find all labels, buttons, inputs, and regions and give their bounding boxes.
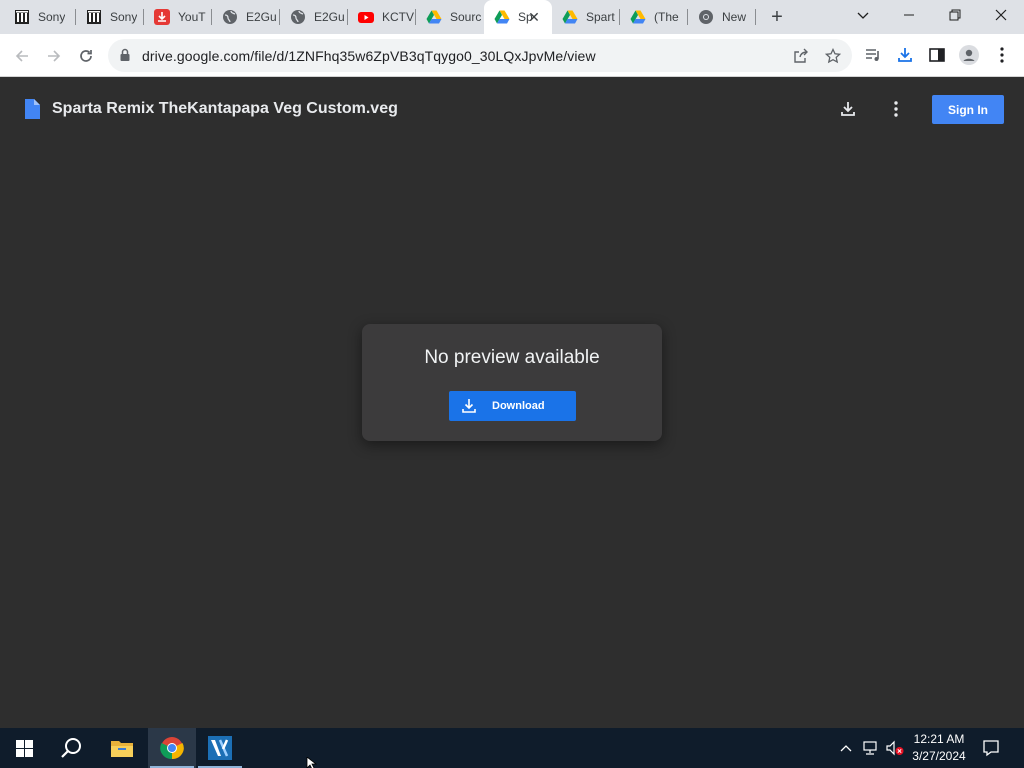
tab-label: (The [654,10,679,24]
system-clock[interactable]: 12:21 AM 3/27/2024 [905,731,973,765]
no-preview-message: No preview available [424,347,600,368]
sony-museum-icon [14,9,30,25]
tab-youtube-downloader[interactable]: YouT [144,0,212,34]
url-text[interactable]: drive.google.com/file/d/1ZNFhq35w6ZpVB3q… [142,48,596,64]
download-icon [461,398,477,414]
close-window-icon[interactable] [978,0,1024,30]
profile-avatar-icon[interactable] [959,45,979,65]
no-preview-card: No preview available Download [362,324,662,441]
google-drive-icon [494,9,510,25]
document-file-icon [24,99,40,124]
more-options-icon[interactable] [884,97,908,121]
globe-icon [222,9,238,25]
tab-label: Sourc [450,10,482,24]
tab-e2gu-1[interactable]: E2Gu [212,0,280,34]
download-button[interactable]: Download [449,391,576,421]
tab-new-tab[interactable]: New [688,0,756,34]
clock-time: 12:21 AM [913,732,965,746]
bookmark-star-icon[interactable] [824,47,842,65]
minimize-icon[interactable] [886,0,932,30]
tab-label: KCTV [382,10,415,24]
google-drive-icon [562,9,578,25]
notification-center-icon[interactable] [981,738,1001,758]
browser-toolbar: drive.google.com/file/d/1ZNFhq35w6ZpVB3q… [0,34,1024,77]
tab-drive-source[interactable]: Sourc [416,0,484,34]
new-tab-plus-icon[interactable]: + [766,6,788,28]
tab-drive-sparta-active[interactable]: Sp ✕ [484,0,552,34]
google-drive-icon [426,9,442,25]
tab-label: E2Gu [314,10,345,24]
sony-museum-icon [86,9,102,25]
tab-strip: Sony Sony YouT E2Gu E2Gu KCTV Sourc Sp ✕… [0,0,1024,34]
start-windows-icon[interactable] [0,728,48,768]
tab-kctv[interactable]: KCTV [348,0,416,34]
forward-arrow-icon[interactable] [40,42,68,70]
mouse-pointer-icon [306,756,318,768]
show-hidden-icons-chevron-icon[interactable] [836,738,856,758]
back-arrow-icon[interactable] [8,42,36,70]
lock-icon[interactable] [119,48,131,67]
share-icon[interactable] [792,47,810,65]
search-icon[interactable] [48,728,96,768]
download-button-label: Download [492,400,545,412]
tab-label: YouT [178,10,206,24]
header-download-icon[interactable] [836,97,860,121]
tab-label: Spart [586,10,615,24]
media-queue-icon[interactable] [863,45,883,65]
youtube-icon [358,9,374,25]
close-tab-icon[interactable]: ✕ [526,9,542,25]
chrome-taskbar-icon[interactable] [148,728,196,768]
tab-label: E2Gu [246,10,277,24]
side-panel-icon[interactable] [927,45,947,65]
reload-icon[interactable] [72,42,100,70]
tab-label: New [722,10,747,24]
sign-in-button[interactable]: Sign In [932,95,1004,124]
tab-label: Sony [110,10,138,24]
windows-taskbar: 12:21 AM 3/27/2024 [0,728,1024,768]
tab-drive-sparta[interactable]: Spart [552,0,620,34]
tab-separator [755,9,756,25]
tab-e2gu-2[interactable]: E2Gu [280,0,348,34]
network-icon[interactable] [861,738,881,758]
volume-muted-icon[interactable] [885,738,905,758]
clock-date: 3/27/2024 [912,749,966,763]
chrome-menu-kebab-icon[interactable] [992,45,1012,65]
drive-viewer-header: Sparta Remix TheKantapapa Veg Custom.veg… [0,77,1024,141]
tab-sony-2[interactable]: Sony [76,0,144,34]
tab-search-chevron-icon[interactable] [840,0,886,30]
tab-label: Sony [38,10,66,24]
address-bar[interactable]: drive.google.com/file/d/1ZNFhq35w6ZpVB3q… [108,39,852,72]
tab-drive-the[interactable]: (The [620,0,688,34]
tab-sony-1[interactable]: Sony [4,0,76,34]
file-explorer-icon[interactable] [98,728,146,768]
restore-icon[interactable] [932,0,978,30]
globe-icon [290,9,306,25]
downloads-icon[interactable] [895,45,915,65]
vegas-pro-icon[interactable] [196,728,244,768]
chrome-icon [698,9,714,25]
download-red-icon [154,9,170,25]
google-drive-icon [630,9,646,25]
file-name-title: Sparta Remix TheKantapapa Veg Custom.veg [52,100,398,117]
